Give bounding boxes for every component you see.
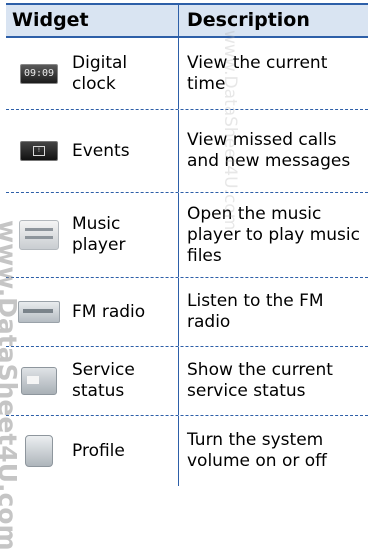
service-status-icon	[21, 367, 57, 395]
widget-name: Profile	[72, 440, 125, 461]
table-row: Service status Show the current service …	[6, 347, 368, 416]
widget-description: Turn the system volume on or off	[178, 416, 368, 486]
widget-column-header: Widget	[12, 9, 89, 31]
profile-icon	[25, 435, 53, 467]
widget-name: Events	[72, 140, 130, 161]
table-row: Music player Open the music player to pl…	[6, 193, 368, 278]
widget-table: Widget Description 09:09 Digital clock V…	[6, 3, 368, 486]
fm-radio-icon	[18, 301, 60, 323]
clock-icon-text: 09:09	[23, 68, 55, 79]
widget-description: Show the current service status	[178, 347, 368, 415]
widget-description: Listen to the FM radio	[178, 278, 368, 346]
widget-name: Music player	[72, 214, 126, 255]
music-player-icon	[19, 220, 59, 250]
widget-name: FM radio	[72, 301, 146, 322]
table-row: 09:09 Digital clock View the current tim…	[6, 38, 368, 110]
table-header: Widget Description	[6, 3, 368, 38]
digital-clock-icon: 09:09	[20, 63, 58, 84]
table-row: ! Events View missed calls and new messa…	[6, 110, 368, 193]
widget-description: View missed calls and new messages	[178, 110, 368, 192]
widget-description: Open the music player to play music file…	[178, 193, 368, 277]
widget-name: Service status	[72, 360, 135, 401]
widget-description: View the current time	[178, 38, 368, 109]
description-column-header: Description	[178, 5, 368, 36]
table-row: FM radio Listen to the FM radio	[6, 278, 368, 347]
event-badge: !	[33, 146, 45, 156]
events-icon: !	[20, 141, 58, 161]
table-row: Profile Turn the system volume on or off	[6, 416, 368, 486]
widget-name: Digital clock	[72, 52, 128, 94]
